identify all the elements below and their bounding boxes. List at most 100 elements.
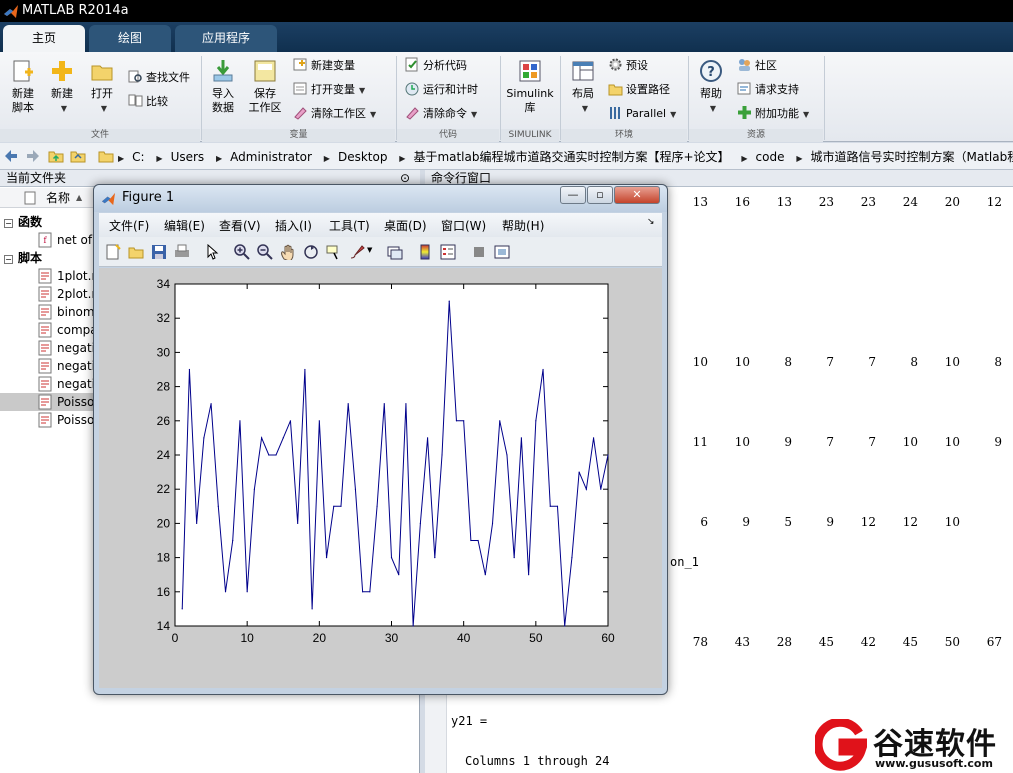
breadcrumb-item[interactable]: Administrator (230, 150, 312, 164)
data-point (528, 574, 530, 576)
breadcrumb-item[interactable]: code (756, 150, 785, 164)
pointer-icon[interactable] (204, 244, 220, 260)
tab-plots[interactable]: 绘图 (89, 25, 171, 52)
open-file-icon[interactable] (128, 244, 144, 260)
collapse-icon[interactable]: − (4, 255, 13, 264)
output-value: 7 (826, 435, 834, 449)
clear-workspace-button[interactable]: 清除工作区 ▼ (293, 104, 376, 124)
output-value: 23 (818, 195, 834, 209)
pan-hand-icon[interactable] (280, 244, 296, 260)
breadcrumb-item[interactable]: Users (171, 150, 205, 164)
help-button[interactable]: ? 帮助 ▼ (694, 58, 728, 116)
save-icon[interactable] (151, 244, 167, 260)
list-item-label: 1plot.r (57, 269, 97, 283)
name-column-label: 名称 (46, 191, 71, 205)
brush-dropdown-icon[interactable]: ▼ (367, 246, 372, 254)
analyze-code-button[interactable]: 分析代码 (405, 56, 467, 76)
figure-canvas[interactable]: 0 10 20 30 40 50 60 14 16 18 20 22 24 26 28 30 32 34 (99, 268, 662, 688)
menu-file[interactable]: 文件(F) (109, 217, 149, 234)
new-button[interactable]: 新建 ▼ (46, 58, 78, 116)
hide-plot-tools-icon[interactable] (471, 244, 487, 260)
data-point (398, 574, 400, 576)
simulink-library-button[interactable]: Simulink 库 (504, 58, 556, 115)
line-plot[interactable]: 0 10 20 30 40 50 60 14 16 18 20 22 24 26 28 30 32 34 (99, 268, 662, 688)
breadcrumb-item[interactable]: 城市道路信号实时控制方案（Matlab程序） (810, 150, 1013, 164)
menu-window[interactable]: 窗口(W) (441, 217, 486, 234)
zoom-in-icon[interactable] (234, 244, 250, 260)
data-cursor-icon[interactable] (326, 244, 342, 260)
output-value: 13 (692, 195, 708, 209)
menu-insert[interactable]: 插入(I) (275, 217, 312, 234)
breadcrumb-item[interactable]: Desktop (338, 150, 388, 164)
new-figure-icon[interactable] (105, 244, 121, 260)
set-path-icon (608, 84, 623, 96)
tab-apps[interactable]: 应用程序 (175, 25, 277, 52)
compare-button[interactable]: 比较 (128, 92, 168, 112)
figure-title-bar[interactable]: Figure 1 — ▫ ✕ (94, 185, 667, 212)
colorbar-icon[interactable] (417, 244, 433, 260)
link-plot-icon[interactable] (387, 244, 403, 260)
show-plot-tools-icon[interactable] (494, 244, 510, 260)
tab-home[interactable]: 主页 (3, 25, 85, 52)
rotate-3d-icon[interactable] (303, 244, 319, 260)
new-label: 新建 (51, 87, 73, 100)
legend-icon[interactable] (440, 244, 456, 260)
list-item-label: net of (57, 233, 93, 247)
forward-arrow-icon[interactable] (25, 148, 41, 164)
up-folder-icon[interactable] (48, 148, 64, 164)
menu-help[interactable]: 帮助(H) (502, 217, 544, 234)
add-ons-button[interactable]: 附加功能 ▼ (737, 104, 809, 124)
request-support-button[interactable]: 请求支持 (737, 80, 799, 100)
group-label-file: 文件 (0, 129, 200, 142)
find-files-button[interactable]: 查找文件 (128, 68, 190, 88)
chevron-down-icon: ▼ (359, 86, 366, 95)
collapse-icon[interactable]: − (4, 219, 13, 228)
back-arrow-icon[interactable] (3, 148, 19, 164)
figure-window[interactable]: Figure 1 — ▫ ✕ 文件(F) 编辑(E) 查看(V) 插入(I) 工… (93, 184, 668, 695)
list-item-label: 2plot.r (57, 287, 97, 301)
menu-edit[interactable]: 编辑(E) (164, 217, 205, 234)
ribbon-separator (688, 56, 689, 140)
save-workspace-button[interactable]: 保存 工作区 (246, 58, 284, 115)
menu-tools[interactable]: 工具(T) (329, 217, 370, 234)
preferences-button[interactable]: 预设 (608, 56, 648, 76)
sort-arrow-icon: ▲ (76, 193, 83, 202)
data-point (607, 454, 609, 456)
set-path-button[interactable]: 设置路径 (608, 80, 670, 100)
section-label: 函数 (18, 215, 43, 229)
list-item-label: negati (57, 359, 95, 373)
data-point (470, 539, 472, 542)
data-point (268, 454, 270, 456)
output-value: 7 (826, 355, 834, 369)
menu-overflow-icon[interactable]: ↘ (647, 217, 655, 227)
minimize-button[interactable]: — (560, 186, 586, 204)
data-point (289, 420, 292, 422)
import-data-icon (213, 60, 233, 82)
brush-icon[interactable] (349, 244, 365, 260)
open-variable-button[interactable]: 打开变量 ▼ (293, 80, 365, 100)
new-script-button[interactable]: 新建 脚本 (6, 58, 40, 115)
menu-desktop[interactable]: 桌面(D) (384, 217, 427, 234)
data-point (311, 608, 313, 610)
new-variable-button[interactable]: 新建变量 (293, 56, 355, 76)
data-point (390, 557, 393, 559)
open-button[interactable]: 打开 ▼ (86, 58, 118, 116)
print-icon[interactable] (174, 244, 190, 260)
browse-folder-icon[interactable] (70, 148, 86, 164)
x-tick-label: 0 (172, 631, 179, 645)
layout-button[interactable]: 布局 ▼ (566, 58, 600, 116)
list-item-label: compa (57, 323, 98, 337)
data-point (535, 420, 537, 422)
menu-view[interactable]: 查看(V) (219, 217, 261, 234)
community-button[interactable]: 社区 (737, 56, 777, 76)
close-button[interactable]: ✕ (614, 186, 660, 204)
parallel-button[interactable]: Parallel ▼ (608, 104, 676, 124)
import-data-button[interactable]: 导入 数据 (207, 58, 239, 115)
variable-name-output: y21 = (451, 714, 488, 728)
run-and-time-button[interactable]: 运行和计时 (405, 80, 478, 100)
breadcrumb-item[interactable]: C: (132, 150, 144, 164)
zoom-out-icon[interactable] (257, 244, 273, 260)
maximize-button[interactable]: ▫ (587, 186, 613, 204)
clear-commands-button[interactable]: 清除命令 ▼ (405, 104, 477, 124)
breadcrumb-item[interactable]: 基于matlab编程城市道路交通实时控制方案【程序+论文】 (413, 150, 729, 164)
